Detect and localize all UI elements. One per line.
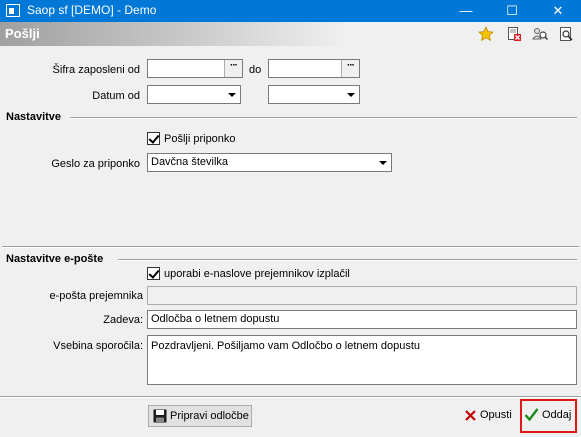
email-settings-heading: Nastavitve e-pošte xyxy=(6,253,104,265)
close-button[interactable]: ✕ xyxy=(535,0,581,22)
employee-from-field[interactable]: ··· xyxy=(147,59,243,78)
window-title: Saop sf [DEMO] - Demo xyxy=(27,3,157,17)
cancel-label: Opusti xyxy=(480,409,512,421)
recipient-email-label: e-pošta prejemnika xyxy=(49,290,143,302)
star-icon[interactable] xyxy=(478,26,494,42)
checkmark-icon xyxy=(524,408,539,422)
employee-from-label: Šifra zaposleni od xyxy=(52,64,140,76)
section-title: Pošlji xyxy=(5,26,40,41)
window-titlebar: Saop sf [DEMO] - Demo — ☐ ✕ xyxy=(0,0,581,22)
employee-from-browse-button[interactable]: ··· xyxy=(224,60,242,77)
cancel-x-icon xyxy=(465,410,476,421)
subject-label: Zadeva: xyxy=(103,314,143,326)
prepare-decisions-button[interactable]: Pripravi odločbe xyxy=(148,405,252,427)
send-attachment-checkbox[interactable] xyxy=(147,132,160,145)
date-from-label: Datum od xyxy=(92,90,140,102)
attachment-password-label: Geslo za priponko xyxy=(51,158,140,170)
message-body-field[interactable]: Pozdravljeni. Pošiljamo vam Odločbo o le… xyxy=(147,335,577,385)
minimize-button[interactable]: — xyxy=(443,0,489,22)
message-body-label: Vsebina sporočila: xyxy=(53,340,143,352)
attachment-password-select[interactable]: Davčna številka xyxy=(147,153,392,172)
email-settings-divider xyxy=(118,259,577,261)
date-to-dropdown-icon[interactable] xyxy=(342,86,359,103)
attachment-password-dropdown-icon[interactable] xyxy=(374,154,391,171)
use-payee-emails-checkbox[interactable] xyxy=(147,267,160,280)
save-floppy-icon xyxy=(153,409,167,423)
delete-document-icon[interactable] xyxy=(506,26,522,42)
recipient-email-field[interactable] xyxy=(147,286,577,305)
use-payee-emails-label: uporabi e-naslove prejemnikov izplačil xyxy=(164,268,350,280)
users-search-icon[interactable] xyxy=(532,26,548,42)
employee-to-field[interactable]: ··· xyxy=(268,59,360,78)
settings-divider xyxy=(70,117,577,119)
date-from-select[interactable] xyxy=(147,85,241,104)
email-settings-top-divider xyxy=(2,246,579,248)
cancel-button[interactable]: Opusti xyxy=(463,405,519,427)
section-header: Pošlji xyxy=(0,22,581,46)
maximize-button[interactable]: ☐ xyxy=(489,0,535,22)
employee-to-browse-button[interactable]: ··· xyxy=(341,60,359,77)
submit-label: Oddaj xyxy=(542,409,572,421)
print-preview-icon[interactable] xyxy=(558,26,574,42)
app-icon xyxy=(6,4,20,17)
settings-heading: Nastavitve xyxy=(6,111,62,123)
send-attachment-label: Pošlji priponko xyxy=(164,133,236,145)
footer-divider xyxy=(0,396,581,398)
prepare-decisions-label: Pripravi odločbe xyxy=(170,410,249,422)
date-from-dropdown-icon[interactable] xyxy=(223,86,240,103)
date-to-select[interactable] xyxy=(268,85,360,104)
submit-button[interactable]: Oddaj xyxy=(524,405,574,427)
employee-to-label: do xyxy=(249,64,262,76)
subject-field[interactable]: Odločba o letnem dopustu xyxy=(147,310,577,329)
